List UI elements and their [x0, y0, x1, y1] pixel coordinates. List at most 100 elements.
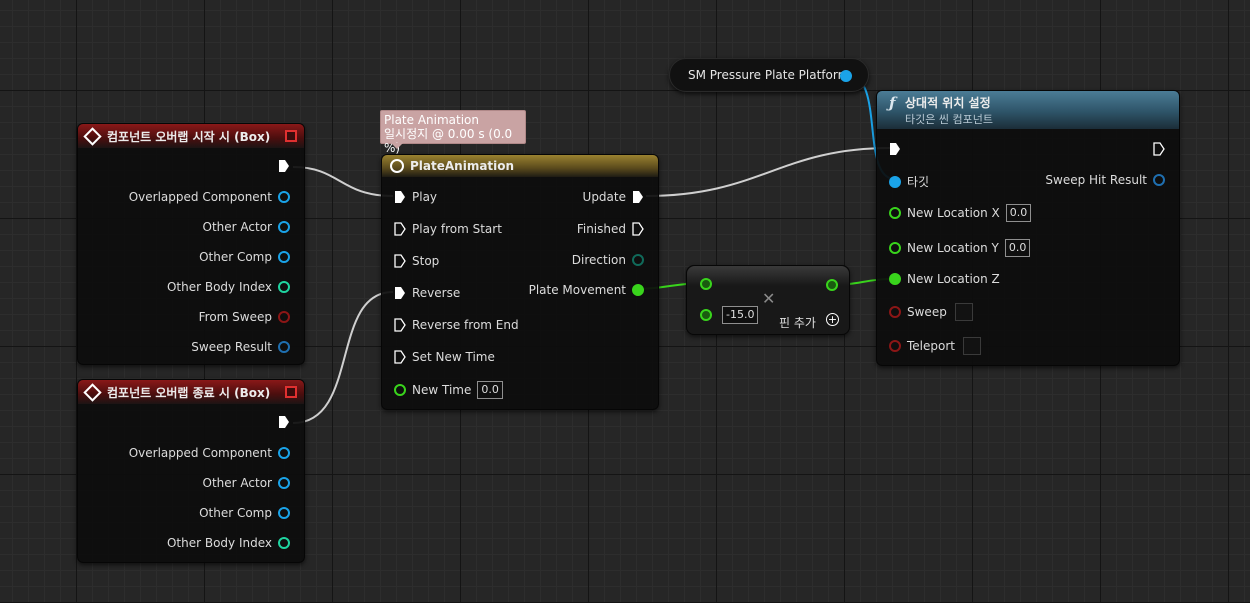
pin-stop[interactable]: Stop	[394, 254, 439, 268]
overlap-end-title: 컴포넌트 오버랩 종료 시 (Box)	[107, 385, 271, 400]
object-pin-icon[interactable]	[889, 175, 901, 188]
pin-label: New Location X	[907, 206, 1000, 220]
exec-in-icon[interactable]	[394, 350, 406, 364]
pin-other-actor[interactable]: Other Actor	[203, 476, 290, 490]
float-in-pin-a[interactable]	[700, 278, 712, 290]
pin-other-comp[interactable]: Other Comp	[199, 506, 290, 520]
exec-wire-update-setloc	[645, 147, 891, 197]
exec-out-pin[interactable]	[278, 415, 290, 429]
pin-other-comp[interactable]: Other Comp	[199, 250, 290, 264]
bool-pin-icon[interactable]	[278, 311, 290, 323]
pin-new-time[interactable]: New Time 0.0	[394, 381, 503, 399]
pin-reverse-from-end[interactable]: Reverse from End	[394, 318, 519, 332]
pin-play[interactable]: Play	[394, 190, 437, 204]
exec-wire-begin-play	[292, 166, 394, 197]
platform-reference-node[interactable]: SM Pressure Plate Platform	[669, 58, 869, 92]
multiply-value-input[interactable]: -15.0	[722, 306, 759, 324]
exec-out-icon[interactable]	[278, 159, 290, 173]
delegate-pin-icon[interactable]	[285, 130, 297, 142]
object-pin-icon[interactable]	[278, 251, 290, 263]
pin-new-location-x[interactable]: New Location X 0.0	[889, 204, 1032, 222]
pin-other-body-index[interactable]: Other Body Index	[167, 280, 290, 294]
float-pin-icon[interactable]	[889, 242, 901, 254]
object-pin-icon[interactable]	[278, 507, 290, 519]
pin-sweep-hit-result[interactable]: Sweep Hit Result	[1045, 173, 1165, 187]
exec-in-icon[interactable]	[394, 286, 406, 300]
pin-label: New Location Z	[907, 272, 1000, 286]
set-location-header[interactable]: ƒ 상대적 위치 설정 타깃은 씬 컴포넌트	[877, 91, 1179, 129]
float-pin-icon[interactable]	[394, 384, 406, 396]
pin-teleport[interactable]: Teleport	[889, 337, 981, 355]
sweep-checkbox[interactable]	[954, 303, 973, 321]
pin-new-location-y[interactable]: New Location Y 0.0	[889, 239, 1031, 257]
timeline-node[interactable]: PlateAnimation Play Play from Start Stop…	[381, 154, 659, 410]
enum-pin-icon[interactable]	[632, 254, 644, 266]
pin-sweep[interactable]: Sweep	[889, 303, 973, 321]
float-out-pin[interactable]	[826, 279, 838, 291]
exec-out-icon[interactable]	[632, 190, 644, 204]
exec-out-icon[interactable]	[1153, 142, 1165, 156]
float-pin-icon[interactable]	[889, 273, 901, 285]
object-pin-icon[interactable]	[278, 191, 290, 203]
float-pin-icon[interactable]	[889, 207, 901, 219]
pin-play-from-start[interactable]: Play from Start	[394, 222, 502, 236]
struct-pin-icon[interactable]	[278, 341, 290, 353]
new-location-y-input[interactable]: 0.0	[1004, 239, 1031, 257]
tooltip-line1: Plate Animation	[384, 113, 480, 127]
float-in-pin-b[interactable]	[700, 309, 712, 321]
timeline-header[interactable]: PlateAnimation	[382, 155, 658, 177]
exec-in-icon[interactable]	[889, 142, 901, 156]
int-pin-icon[interactable]	[278, 281, 290, 293]
tooltip-line2: 일시정지 @ 0.00 s (0.0 %)	[384, 127, 513, 155]
set-relative-location-node[interactable]: ƒ 상대적 위치 설정 타깃은 씬 컴포넌트 타깃 Sweep Hit Resu…	[876, 90, 1180, 366]
pin-finished[interactable]: Finished	[577, 222, 644, 236]
bool-pin-icon[interactable]	[889, 306, 901, 318]
pin-label: Play from Start	[412, 222, 502, 236]
int-pin-icon[interactable]	[278, 537, 290, 549]
pin-reverse[interactable]: Reverse	[394, 286, 460, 300]
pin-other-actor[interactable]: Other Actor	[203, 220, 290, 234]
exec-out-pin[interactable]	[1153, 142, 1165, 156]
bool-pin-icon[interactable]	[889, 340, 901, 352]
pin-plate-movement[interactable]: Plate Movement	[529, 283, 644, 297]
new-location-x-input[interactable]: 0.0	[1005, 204, 1032, 222]
overlap-end-node[interactable]: 컴포넌트 오버랩 종료 시 (Box) Overlapped Component…	[77, 379, 305, 563]
pin-set-new-time[interactable]: Set New Time	[394, 350, 495, 364]
exec-in-icon[interactable]	[394, 222, 406, 236]
exec-in-pin[interactable]	[889, 142, 901, 156]
add-pin-label[interactable]: 핀 추가	[779, 314, 816, 331]
new-time-input[interactable]: 0.0	[477, 381, 503, 399]
float-pin-icon[interactable]	[632, 284, 644, 296]
delegate-pin-icon[interactable]	[285, 386, 297, 398]
pin-label: Stop	[412, 254, 440, 268]
exec-in-icon[interactable]	[394, 190, 406, 204]
exec-out-pin[interactable]	[278, 159, 290, 173]
object-pin-icon[interactable]	[840, 70, 852, 82]
multiply-node[interactable]: -15.0 ✕ 핀 추가 +	[686, 265, 850, 335]
pin-overlapped-component[interactable]: Overlapped Component	[129, 446, 290, 460]
object-pin-icon[interactable]	[278, 221, 290, 233]
pin-update[interactable]: Update	[583, 190, 644, 204]
pin-from-sweep[interactable]: From Sweep	[199, 310, 290, 324]
pin-overlapped-component[interactable]: Overlapped Component	[129, 190, 290, 204]
pin-new-location-z[interactable]: New Location Z	[889, 272, 1000, 286]
exec-in-icon[interactable]	[394, 254, 406, 268]
exec-in-icon[interactable]	[394, 318, 406, 332]
exec-wire-end-reverse	[292, 291, 394, 424]
pin-other-body-index[interactable]: Other Body Index	[167, 536, 290, 550]
pin-sweep-result[interactable]: Sweep Result	[191, 340, 290, 354]
overlap-begin-header[interactable]: 컴포넌트 오버랩 시작 시 (Box)	[78, 124, 304, 148]
pin-direction[interactable]: Direction	[572, 253, 644, 267]
exec-out-icon[interactable]	[278, 415, 290, 429]
pin-target[interactable]: 타깃	[889, 173, 929, 190]
struct-pin-icon[interactable]	[1153, 174, 1165, 186]
event-diamond-icon	[83, 382, 102, 402]
object-pin-icon[interactable]	[278, 447, 290, 459]
multiply-x-icon: ✕	[762, 289, 776, 308]
teleport-checkbox[interactable]	[963, 337, 981, 355]
object-pin-icon[interactable]	[278, 477, 290, 489]
overlap-begin-node[interactable]: 컴포넌트 오버랩 시작 시 (Box) Overlapped Component…	[77, 123, 305, 365]
overlap-end-header[interactable]: 컴포넌트 오버랩 종료 시 (Box)	[78, 380, 304, 404]
add-pin-plus-icon[interactable]: +	[826, 313, 839, 326]
exec-out-icon[interactable]	[632, 222, 644, 236]
